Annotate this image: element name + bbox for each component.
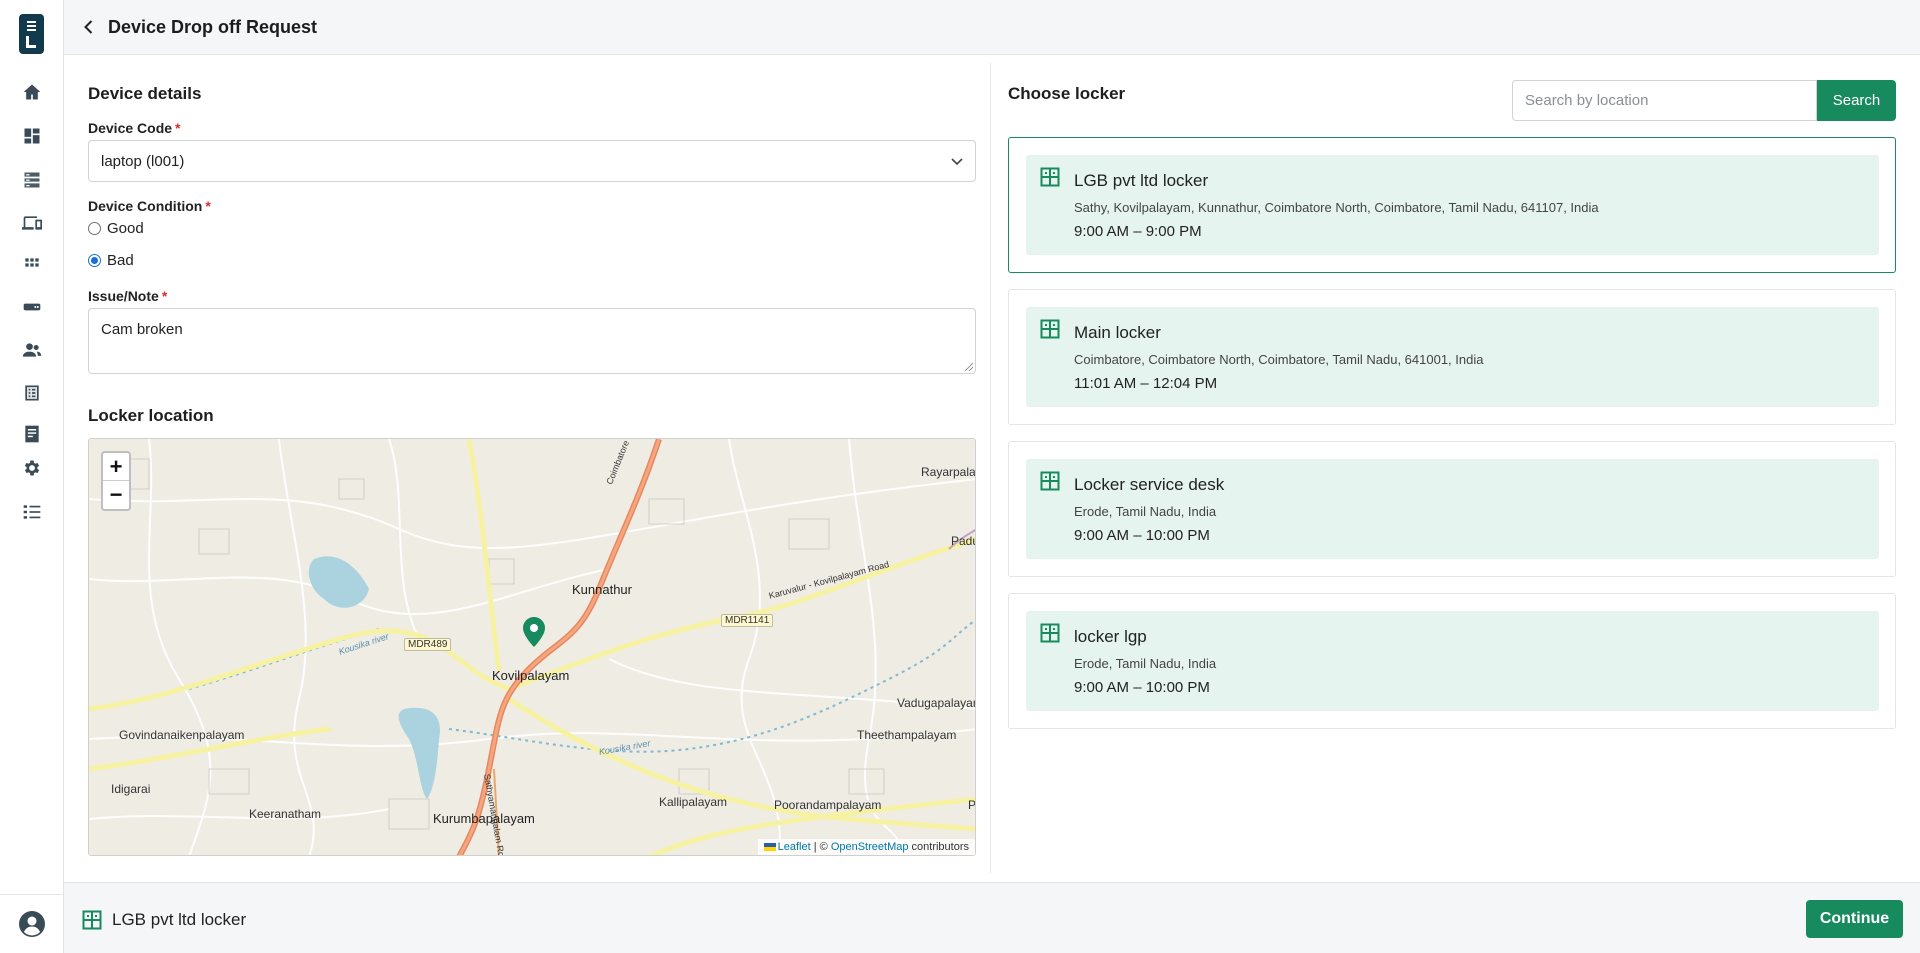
locker-hours: 9:00 AM – 10:00 PM [1074,679,1210,696]
apps-icon[interactable] [22,255,42,275]
device-code-value: laptop (l001) [101,153,185,170]
zoom-in-button[interactable]: + [103,453,129,481]
road-shield-label: MDR489 [404,638,452,651]
storage-icon[interactable] [22,170,42,190]
map-place-label: Idigarai [111,782,151,796]
zoom-out-button[interactable]: − [103,481,129,509]
radio-good[interactable] [88,222,101,235]
device-code-label: Device Code * [88,120,181,136]
locker-card[interactable]: Main locker Coimbatore, Coimbatore North… [1008,289,1896,425]
radio-bad[interactable] [88,254,101,267]
back-arrow-icon[interactable] [80,18,98,36]
locker-map[interactable]: + − Rayarpala Padu Kunnathur Kovilpalaya… [88,438,976,856]
chevron-down-icon [949,153,965,169]
document-icon[interactable] [22,424,42,444]
locker-card[interactable]: Locker service desk Erode, Tamil Nadu, I… [1008,441,1896,577]
locker-address: Coimbatore, Coimbatore North, Coimbatore… [1074,352,1484,367]
map-place-label: Padu [951,534,975,548]
sidebar-divider [0,894,64,895]
choose-locker-title: Choose locker [1008,84,1126,103]
user-avatar-icon[interactable] [19,911,45,937]
locker-hours: 11:01 AM – 12:04 PM [1074,375,1218,392]
locker-name: LGB pvt ltd locker [1074,171,1209,190]
map-place-label: Kunnathur [572,582,632,597]
locker-icon [82,910,102,930]
map-place-label: Kovilpalayam [492,668,570,683]
page-header: Device Drop off Request [64,0,1920,55]
gear-icon[interactable] [22,458,42,478]
map-place-label: Govindanaikenpalayam [119,728,245,742]
condition-bad-radio[interactable]: Bad [88,252,134,269]
devices-icon[interactable] [22,213,42,233]
condition-good-radio[interactable]: Good [88,220,144,237]
locker-card-body: LGB pvt ltd locker Sathy, Kovilpalayam, … [1026,155,1879,255]
map-tiles [89,439,975,855]
locker-icon [1040,623,1060,643]
list-icon[interactable] [22,383,42,403]
locker-card-body: Main locker Coimbatore, Coimbatore North… [1026,307,1879,407]
locker-icon [1040,319,1060,339]
locker-icon [1040,471,1060,491]
locker-hours: 9:00 AM – 10:00 PM [1074,527,1210,544]
map-place-label: Kurumbapalayam [433,811,535,826]
locker-card[interactable]: locker lgp Erode, Tamil Nadu, India 9:00… [1008,593,1896,729]
sidebar [0,0,64,953]
selected-locker-name: LGB pvt ltd locker [112,910,247,929]
device-details-title: Device details [88,84,202,103]
map-place-label: Kallipalayam [659,795,728,809]
locker-address: Erode, Tamil Nadu, India [1074,656,1217,671]
locker-name: locker lgp [1074,627,1147,646]
locker-card[interactable]: LGB pvt ltd locker Sathy, Kovilpalayam, … [1008,137,1896,273]
issue-note-value: Cam broken [101,321,183,338]
continue-button[interactable]: Continue [1806,900,1903,938]
locker-address: Erode, Tamil Nadu, India [1074,504,1217,519]
attribution-suffix: contributors [908,841,969,853]
device-code-select[interactable]: laptop (l001) [88,140,976,182]
users-icon[interactable] [22,340,42,360]
locker-hours: 9:00 AM – 9:00 PM [1074,223,1202,240]
attribution-separator: | © [810,841,831,853]
device-condition-label: Device Condition * [88,198,211,214]
map-place-label: P [968,798,976,812]
footer-bar: LGB pvt ltd locker Continue [64,882,1920,953]
dashboard-icon[interactable] [22,126,42,146]
locker-icon [1040,167,1060,187]
leaflet-link[interactable]: Leaflet [778,841,811,853]
checklist-icon[interactable] [22,502,42,522]
locker-location-title: Locker location [88,406,214,425]
device-card-icon[interactable] [22,297,42,317]
panel-divider [990,63,991,873]
map-place-label: Poorandampalayam [774,798,882,812]
locker-name: Locker service desk [1074,475,1225,494]
search-button[interactable]: Search [1817,80,1896,121]
locker-card-body: locker lgp Erode, Tamil Nadu, India 9:00… [1026,611,1879,711]
home-icon[interactable] [22,82,42,102]
locker-address: Sathy, Kovilpalayam, Kunnathur, Coimbato… [1074,200,1599,215]
osm-link[interactable]: OpenStreetMap [831,841,909,853]
app-logo[interactable] [19,14,44,54]
resize-handle-icon[interactable] [965,363,973,371]
radio-good-label: Good [107,220,144,237]
map-place-label: Vadugapalayar [897,696,976,710]
issue-note-label: Issue/Note * [88,288,168,304]
radio-bad-label: Bad [107,252,134,269]
road-shield-label: MDR1141 [721,614,774,627]
map-zoom-control: + − [101,451,131,511]
locker-card-body: Locker service desk Erode, Tamil Nadu, I… [1026,459,1879,559]
locker-search-input[interactable] [1512,80,1817,121]
page-title: Device Drop off Request [108,17,318,37]
map-place-label: Rayarpala [921,465,976,479]
flag-icon [763,843,776,852]
map-place-label: Theethampalayam [857,728,957,742]
map-place-label: Keeranatham [249,807,322,821]
locker-name: Main locker [1074,323,1161,342]
issue-note-textarea[interactable]: Cam broken [88,308,976,374]
map-marker-icon[interactable] [523,617,545,647]
map-attribution: Leaflet | © OpenStreetMap contributors [757,839,975,855]
